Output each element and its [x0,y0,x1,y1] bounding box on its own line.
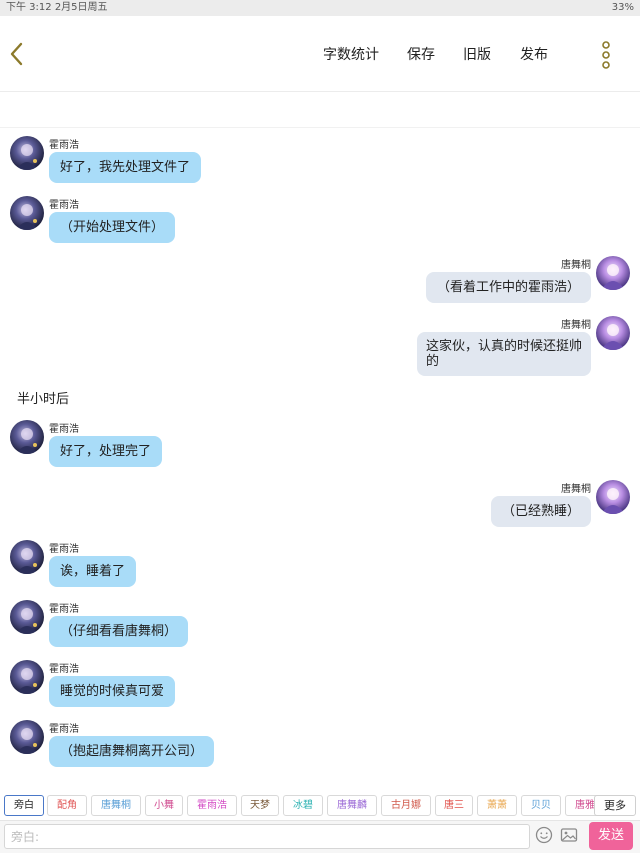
role-chip[interactable]: 唐舞麟 [327,795,377,816]
message-input[interactable] [4,824,530,849]
message-bubble[interactable]: 好了，处理完了 [49,436,163,467]
role-chip[interactable]: 古月娜 [381,795,431,816]
chat-area[interactable]: 霍雨浩 好了，我先处理文件了 霍雨浩 （开始处理文件） 唐舞桐 （看着工作中的霍… [0,128,640,792]
message-bubble[interactable]: 这家伙，认真的时候还挺帅 的 [416,332,591,376]
send-button[interactable]: 发送 [589,822,633,850]
vertical-dots-icon [602,41,610,69]
sender-name: 霍雨浩 [49,604,79,615]
character-portrait-icon [596,480,630,514]
avatar[interactable] [10,136,44,170]
message-line: 这家伙，认真的时候还挺帅 [425,339,582,354]
avatar[interactable] [10,196,44,230]
role-chip[interactable]: 冰碧 [283,795,323,816]
smiley-icon [535,826,553,844]
character-portrait-icon [10,540,44,574]
more-roles-button[interactable]: 更多 [594,795,636,816]
emoji-button[interactable] [535,826,553,844]
avatar[interactable] [596,480,630,514]
sender-name: 霍雨浩 [49,424,79,435]
battery-level: 33% [611,2,634,13]
chevron-left-icon [10,42,23,66]
character-portrait-icon [10,136,44,170]
sender-name: 霍雨浩 [49,140,79,151]
sender-name: 霍雨浩 [49,544,79,555]
avatar[interactable] [596,316,630,350]
sender-name: 霍雨浩 [49,200,79,211]
message-bubble[interactable]: （已经熟睡） [490,496,591,527]
narration-text: 半小时后 [17,392,70,407]
character-portrait-icon [10,600,44,634]
top-toolbar: 字数统计 保存 旧版 发布 [0,16,640,92]
image-icon [560,828,578,842]
message-bubble[interactable]: 好了，我先处理文件了 [49,152,202,183]
character-portrait-icon [10,660,44,694]
role-chip[interactable]: 唐三 [435,795,473,816]
image-button[interactable] [560,826,578,844]
message-bubble[interactable]: 睡觉的时候真可爱 [49,676,176,707]
role-chip[interactable]: 配角 [47,795,87,816]
role-chip[interactable]: 萧萧 [477,795,517,816]
message-bubble[interactable]: （开始处理文件） [49,212,176,243]
role-chip[interactable]: 小舞 [145,795,183,816]
message-bubble[interactable]: 诶，睡着了 [49,556,137,587]
role-chip[interactable]: 天梦 [241,795,279,816]
sender-name: 唐舞桐 [561,484,591,495]
character-portrait-icon [596,256,630,290]
avatar[interactable] [10,540,44,574]
message-line: 的 [425,354,439,369]
avatar[interactable] [10,720,44,754]
word-count-button[interactable]: 字数统计 [323,44,379,64]
role-chip-narrator[interactable]: 旁白 [4,795,44,816]
status-time-date: 下午 3:12 2月5日周五 [6,2,108,13]
avatar[interactable] [596,256,630,290]
publish-button[interactable]: 发布 [520,44,548,64]
back-button[interactable] [6,40,28,68]
more-options-button[interactable] [598,40,614,70]
avatar[interactable] [10,660,44,694]
input-bar: 发送 [0,820,640,853]
sender-name: 唐舞桐 [561,260,591,271]
role-chip[interactable]: 贝贝 [521,795,561,816]
sender-name: 唐舞桐 [561,320,591,331]
role-chip[interactable]: 霍雨浩 [187,795,237,816]
save-button[interactable]: 保存 [407,44,435,64]
character-portrait-icon [596,316,630,350]
sender-name: 霍雨浩 [49,664,79,675]
avatar[interactable] [10,420,44,454]
toolbar-spacer [0,92,640,128]
character-portrait-icon [10,720,44,754]
message-bubble[interactable]: （仔细看看唐舞桐） [49,616,189,647]
character-portrait-icon [10,196,44,230]
status-bar: 下午 3:12 2月5日周五 33% [0,0,640,16]
role-chip[interactable]: 唐舞桐 [91,795,141,816]
sender-name: 霍雨浩 [49,724,79,735]
message-bubble[interactable]: （抱起唐舞桐离开公司） [49,736,215,767]
character-portrait-icon [10,420,44,454]
old-version-button[interactable]: 旧版 [463,44,491,64]
role-selector-bar: 旁白 配角 唐舞桐 小舞 霍雨浩 天梦 冰碧 唐舞麟 古月娜 唐三 萧萧 贝贝 … [0,792,640,820]
avatar[interactable] [10,600,44,634]
message-bubble[interactable]: （看着工作中的霍雨浩） [425,272,591,303]
